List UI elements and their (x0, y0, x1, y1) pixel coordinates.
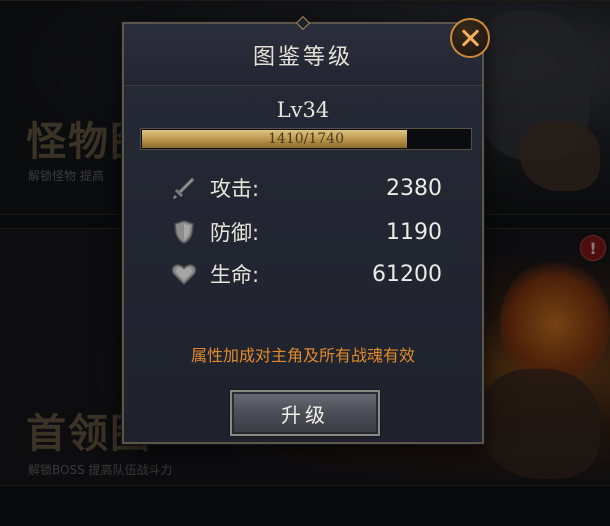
heart-icon (170, 260, 198, 288)
exp-progress-bar: 1410/1740 (140, 128, 472, 150)
stat-row-health: 生命: 61200 (170, 258, 442, 290)
defense-value: 1190 (386, 219, 442, 245)
health-value: 61200 (372, 261, 442, 287)
sword-icon (170, 174, 198, 202)
attack-label: 攻击: (210, 177, 260, 201)
health-label: 生命: (210, 263, 260, 287)
shield-icon (170, 218, 198, 246)
codex-level: Lv34 (276, 98, 330, 122)
exp-progress-text: 1410/1740 (268, 131, 344, 147)
close-icon (459, 27, 481, 49)
dialog-title: 图鉴等级 (252, 44, 353, 70)
stat-row-attack: 攻击: 2380 (170, 172, 442, 204)
codex-level-dialog: 图鉴等级 Lv34 1410/1740 攻击: 2380 防御: 1190 生命… (122, 15, 484, 444)
close-button[interactable] (450, 18, 490, 58)
defense-label: 防御: (210, 221, 260, 245)
attack-value: 2380 (386, 175, 442, 201)
upgrade-button[interactable]: 升级 (230, 390, 380, 436)
stat-row-defense: 防御: 1190 (170, 216, 442, 248)
dialog-header: 图鉴等级 (124, 24, 482, 86)
upgrade-button-label: 升级 (281, 402, 329, 427)
bonus-note: 属性加成对主角及所有战魂有效 (190, 346, 415, 365)
